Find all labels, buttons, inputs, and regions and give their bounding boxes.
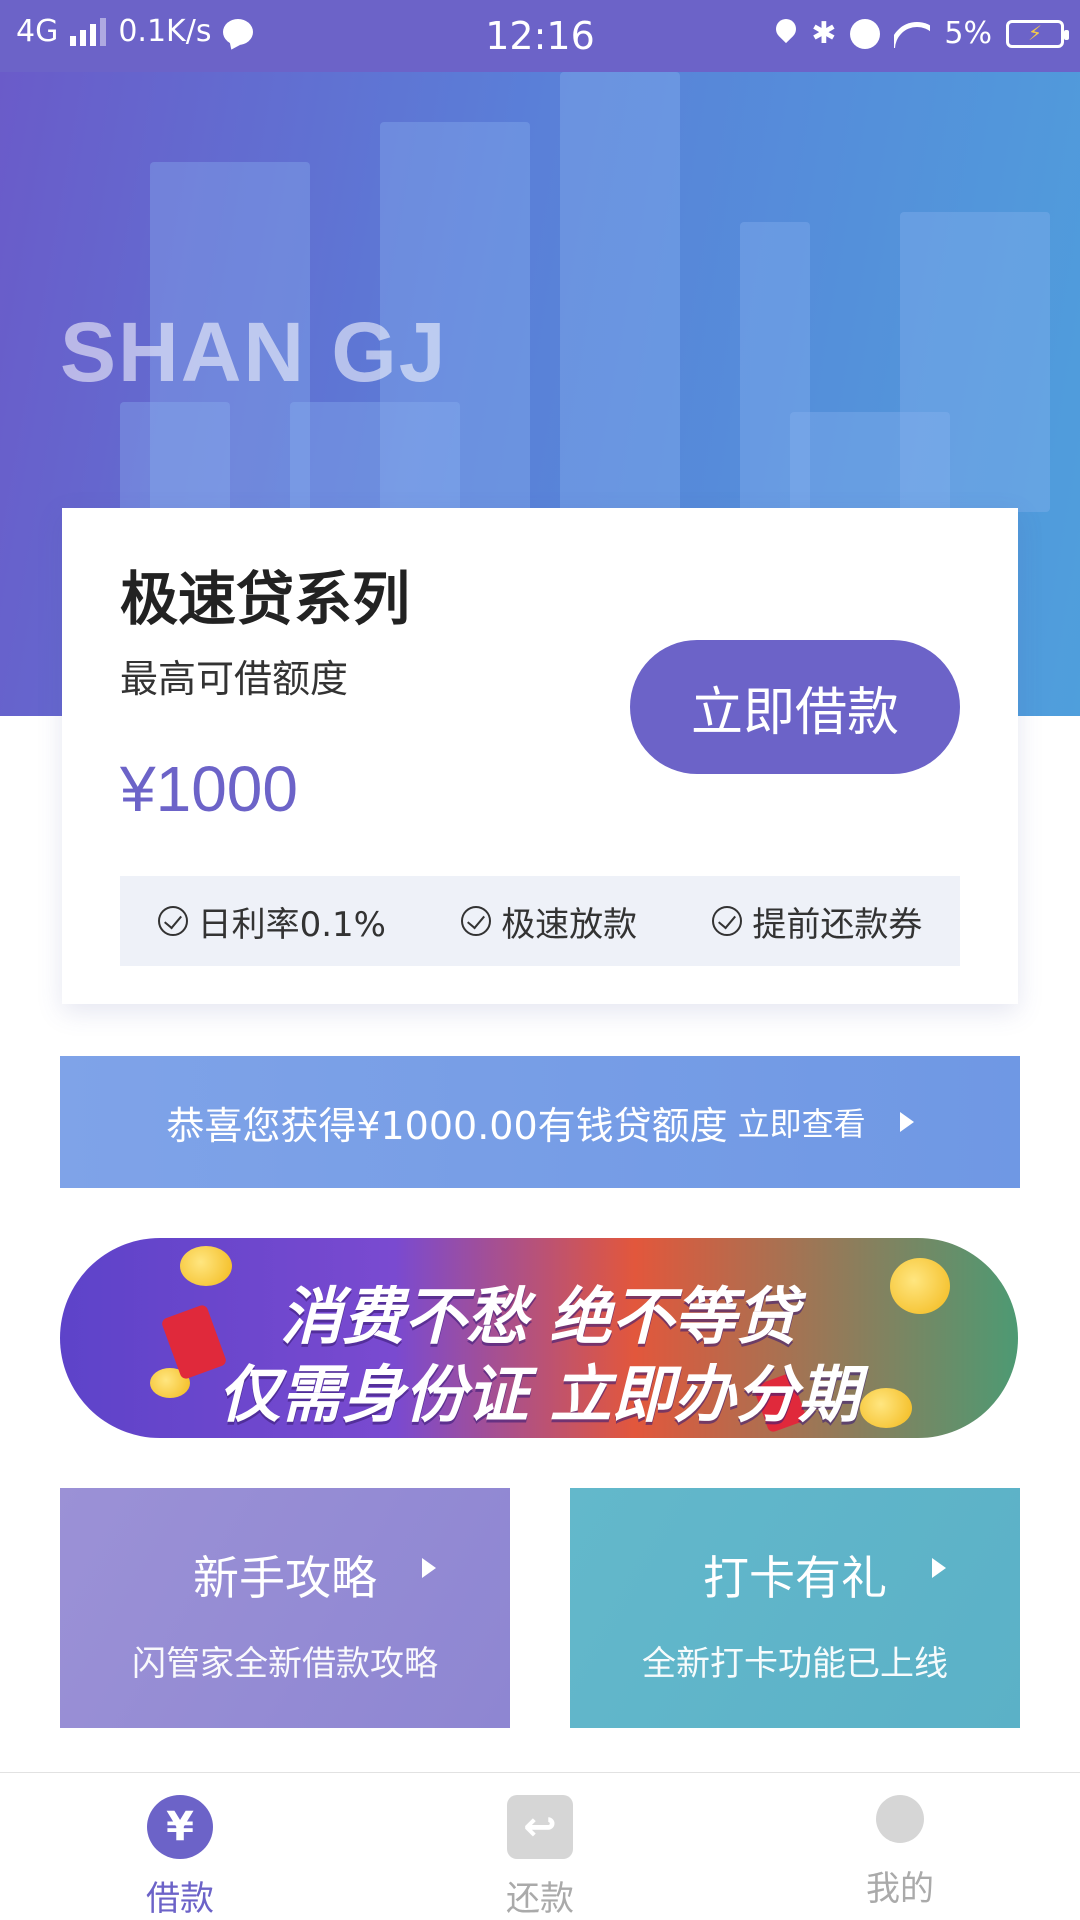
status-bar: 4G 0.1K/s 12:16 ✱ 5% ⚡ bbox=[0, 0, 1080, 72]
check-circle-icon bbox=[461, 906, 492, 936]
play-arrow-icon bbox=[422, 1558, 436, 1578]
play-arrow-icon bbox=[932, 1558, 946, 1578]
borrow-now-button[interactable]: 立即借款 bbox=[630, 640, 960, 774]
notice-text: 恭喜您获得¥1000.00有钱贷额度 bbox=[166, 1103, 728, 1148]
play-arrow-icon bbox=[899, 1112, 914, 1132]
card-subtitle: 最高可借额度 bbox=[120, 657, 349, 701]
nav-label: 我的 bbox=[866, 1869, 934, 1909]
installment-promo-banner[interactable]: 消费不愁 绝不等贷 仅需身份证 立即办分期 bbox=[60, 1238, 1018, 1438]
tile-subtitle: 闪管家全新借款攻略 bbox=[132, 1644, 438, 1684]
bluetooth-icon: ✱ bbox=[811, 15, 837, 51]
tile-title: 新手攻略 bbox=[193, 1551, 377, 1605]
check-circle-icon bbox=[712, 906, 743, 936]
promo-subheadline: 仅需身份证 立即办分期 bbox=[218, 1358, 860, 1431]
feature-item: 极速放款 bbox=[461, 897, 637, 946]
repay-icon: ↩ bbox=[507, 1795, 573, 1859]
credit-notice-banner[interactable]: 恭喜您获得¥1000.00有钱贷额度 立即查看 bbox=[60, 1056, 1020, 1188]
status-right: ✱ 5% ⚡ bbox=[775, 15, 1069, 51]
nav-item-repay[interactable]: ↩ 还款 bbox=[360, 1773, 720, 1920]
loan-card: 极速贷系列 最高可借额度 ¥1000 立即借款 日利率0.1% 极速放款 提前还… bbox=[62, 508, 1018, 1004]
nav-item-profile[interactable]: 我的 bbox=[720, 1773, 1080, 1920]
card-title: 极速贷系列 bbox=[120, 565, 411, 633]
alarm-icon bbox=[850, 18, 881, 49]
nav-label: 借款 bbox=[146, 1879, 214, 1919]
feature-label: 极速放款 bbox=[501, 904, 638, 945]
beginner-guide-tile[interactable]: 新手攻略 闪管家全新借款攻略 bbox=[60, 1488, 510, 1728]
feature-item: 提前还款券 bbox=[712, 897, 922, 946]
profile-icon bbox=[876, 1795, 924, 1843]
battery-percent: 5% bbox=[944, 16, 992, 51]
battery-icon: ⚡ bbox=[1006, 19, 1069, 48]
check-in-gift-tile[interactable]: 打卡有礼 全新打卡功能已上线 bbox=[570, 1488, 1020, 1728]
yen-icon: ¥ bbox=[147, 1795, 213, 1859]
promo-headline: 消费不愁 绝不等贷 bbox=[280, 1280, 798, 1353]
wifi-icon bbox=[894, 20, 930, 48]
bottom-nav: ¥ 借款 ↩ 还款 我的 bbox=[0, 1772, 1080, 1920]
feature-label: 日利率0.1% bbox=[197, 904, 386, 945]
feature-list: 日利率0.1% 极速放款 提前还款券 bbox=[120, 876, 960, 966]
feature-item: 日利率0.1% bbox=[157, 897, 386, 946]
feature-label: 提前还款券 bbox=[752, 904, 923, 945]
tile-title: 打卡有礼 bbox=[703, 1551, 887, 1605]
nav-item-borrow[interactable]: ¥ 借款 bbox=[0, 1773, 360, 1920]
view-now-link[interactable]: 立即查看 bbox=[738, 1099, 866, 1145]
brand-logo: SHAN GJ bbox=[60, 305, 448, 399]
nav-label: 还款 bbox=[506, 1879, 574, 1919]
location-icon bbox=[775, 19, 797, 49]
loan-amount: ¥1000 bbox=[120, 753, 298, 825]
check-circle-icon bbox=[157, 906, 188, 936]
tile-subtitle: 全新打卡功能已上线 bbox=[642, 1644, 948, 1684]
